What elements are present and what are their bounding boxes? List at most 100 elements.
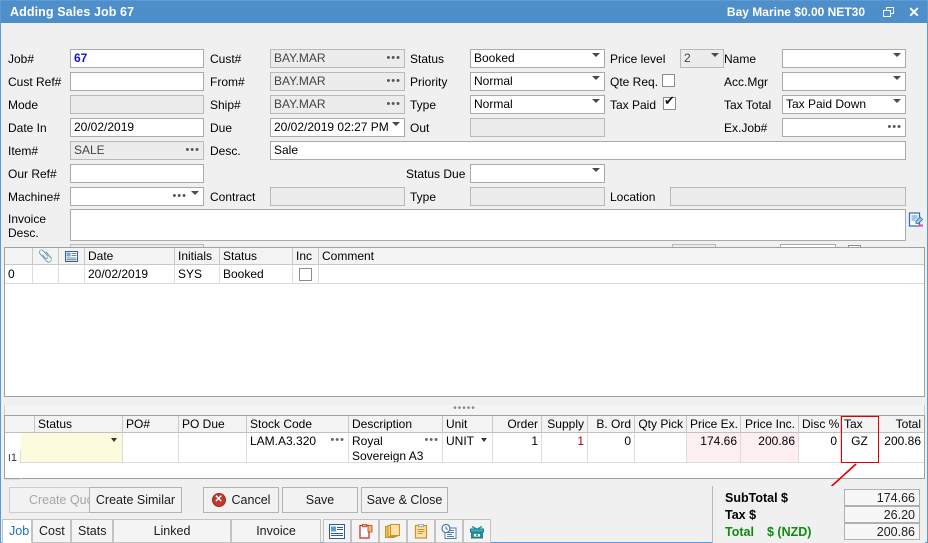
- price-level-dropdown[interactable]: 2: [680, 49, 724, 68]
- comment-inc-checkbox[interactable]: [299, 268, 312, 281]
- comment-row-attachment[interactable]: [33, 265, 59, 284]
- chevron-down-icon[interactable]: [893, 53, 901, 57]
- chevron-down-icon[interactable]: [592, 99, 600, 103]
- our-ref-field[interactable]: [70, 164, 204, 183]
- note-icon[interactable]: [59, 248, 85, 265]
- item-col-status[interactable]: Status: [35, 416, 123, 433]
- item-col-selector[interactable]: [5, 416, 35, 433]
- item-disc-pct-cell[interactable]: 0: [799, 433, 841, 463]
- item-description-cell[interactable]: Royal Sovereign A3 320mm Laminator •••: [349, 433, 443, 463]
- copy-pages-icon[interactable]: [379, 519, 407, 543]
- comment-col-status[interactable]: Status: [220, 248, 293, 265]
- comment-col-initials[interactable]: Initials: [175, 248, 220, 265]
- chevron-down-icon[interactable]: [481, 438, 487, 442]
- item-col-stock-code[interactable]: Stock Code: [247, 416, 349, 433]
- comment-grid[interactable]: 📎 Date Initials Status Inc Comment 0 20/…: [4, 247, 925, 397]
- stock-code-lookup-icon[interactable]: •••: [330, 433, 345, 448]
- item-stock-code-cell[interactable]: LAM.A3.320 •••: [247, 433, 349, 463]
- empty-row[interactable]: [5, 463, 924, 478]
- status-dropdown[interactable]: Booked: [470, 49, 605, 68]
- restore-window-button[interactable]: [875, 1, 901, 23]
- item-col-po-due[interactable]: PO Due: [179, 416, 247, 433]
- comment-col-inc[interactable]: Inc: [293, 248, 319, 265]
- from-no-field[interactable]: BAY.MAR •••: [270, 72, 405, 91]
- comment-row-status[interactable]: Booked: [220, 265, 293, 284]
- chevron-down-icon[interactable]: [191, 191, 199, 195]
- chevron-down-icon[interactable]: [592, 168, 600, 172]
- history-document-icon[interactable]: [435, 519, 463, 543]
- item-col-qty-pick[interactable]: Qty Pick: [635, 416, 687, 433]
- grid-splitter[interactable]: •••••: [4, 405, 925, 415]
- save-and-close-button[interactable]: Save & Close: [361, 487, 448, 513]
- qte-req-checkbox[interactable]: [662, 74, 675, 87]
- table-row[interactable]: 0 20/02/2019 SYS Booked: [5, 265, 924, 284]
- item-no-lookup-icon[interactable]: •••: [185, 142, 200, 159]
- job-line-grid[interactable]: Status PO# PO Due Stock Code Description…: [4, 415, 925, 479]
- tax-total-dropdown[interactable]: Tax Paid Down: [782, 95, 906, 114]
- chevron-down-icon[interactable]: [592, 76, 600, 80]
- item-no-field[interactable]: SALE •••: [70, 141, 204, 160]
- item-tax-cell[interactable]: GZ: [841, 433, 879, 463]
- item-col-tax[interactable]: Tax: [841, 416, 879, 433]
- ship-no-lookup-icon[interactable]: •••: [386, 96, 401, 113]
- comment-col-comment[interactable]: Comment: [319, 248, 924, 265]
- tab-cost[interactable]: Cost: [32, 519, 71, 543]
- item-col-po[interactable]: PO#: [123, 416, 179, 433]
- save-button[interactable]: Save: [282, 487, 358, 513]
- machine-no-field[interactable]: •••: [70, 187, 204, 206]
- cust-ref-field[interactable]: [70, 72, 204, 91]
- chevron-down-icon[interactable]: [711, 53, 719, 57]
- chevron-down-icon[interactable]: [893, 99, 901, 103]
- item-col-description[interactable]: Description: [349, 416, 443, 433]
- cancel-button[interactable]: ✕ Cancel: [203, 487, 279, 513]
- acc-mgr-dropdown[interactable]: [782, 72, 906, 91]
- name-dropdown[interactable]: [782, 49, 906, 68]
- comment-row-comment[interactable]: [319, 265, 924, 284]
- item-col-unit[interactable]: Unit: [443, 416, 493, 433]
- clipboard-red-icon[interactable]: [351, 519, 379, 543]
- item-po-cell[interactable]: [123, 433, 179, 463]
- from-no-lookup-icon[interactable]: •••: [386, 73, 401, 90]
- clipboard-icon[interactable]: [407, 519, 435, 543]
- item-col-total[interactable]: Total: [879, 416, 924, 433]
- item-status-cell[interactable]: [21, 433, 123, 463]
- date-in-field[interactable]: 20/02/2019: [70, 118, 204, 137]
- tab-stats[interactable]: Stats: [71, 519, 113, 543]
- gift-money-icon[interactable]: [463, 519, 491, 543]
- comment-row-inc-cell[interactable]: [293, 265, 319, 284]
- item-total-cell[interactable]: 200.86: [879, 433, 924, 463]
- chevron-down-icon[interactable]: [893, 76, 901, 80]
- item-supply-cell[interactable]: 1: [542, 433, 588, 463]
- job-no-field[interactable]: 67: [70, 49, 204, 68]
- create-similar-button[interactable]: Create Similar: [89, 487, 182, 513]
- comment-col-rownum[interactable]: [5, 248, 33, 265]
- item-col-b-ord[interactable]: B. Ord: [588, 416, 635, 433]
- ex-job-field[interactable]: •••: [782, 118, 906, 137]
- status-due-dropdown[interactable]: [470, 164, 605, 183]
- ship-no-field[interactable]: BAY.MAR •••: [270, 95, 405, 114]
- attachment-icon[interactable]: 📎: [33, 248, 59, 265]
- item-unit-cell[interactable]: UNIT: [443, 433, 493, 463]
- item-order-cell[interactable]: 1: [493, 433, 542, 463]
- chevron-down-icon[interactable]: [592, 53, 600, 57]
- comment-row-initials[interactable]: SYS: [175, 265, 220, 284]
- item-price-ex-cell[interactable]: 174.66: [687, 433, 741, 463]
- item-po-due-cell[interactable]: [179, 433, 247, 463]
- comment-col-date[interactable]: Date: [85, 248, 175, 265]
- item-price-inc-cell[interactable]: 200.86: [741, 433, 799, 463]
- tab-linked-jobs-quotes[interactable]: Linked Jobs/Quotes: [113, 519, 231, 543]
- table-row[interactable]: I1 LAM.A3.320 ••• Royal Sovereign A3 320…: [5, 433, 924, 463]
- cust-no-lookup-icon[interactable]: •••: [386, 50, 401, 67]
- item-col-supply[interactable]: Supply: [542, 416, 588, 433]
- cust-no-field[interactable]: BAY.MAR •••: [270, 49, 405, 68]
- priority-dropdown[interactable]: Normal: [470, 72, 605, 91]
- type-dropdown[interactable]: Normal: [470, 95, 605, 114]
- item-col-order[interactable]: Order: [493, 416, 542, 433]
- item-col-price-ex[interactable]: Price Ex.: [687, 416, 741, 433]
- comment-row-note[interactable]: [59, 265, 85, 284]
- ex-job-lookup-icon[interactable]: •••: [887, 119, 902, 136]
- item-col-disc-pct[interactable]: Disc %: [799, 416, 841, 433]
- tax-paid-checkbox[interactable]: [663, 97, 676, 110]
- machine-no-lookup-icon[interactable]: •••: [172, 188, 187, 205]
- chevron-down-icon[interactable]: [111, 438, 117, 442]
